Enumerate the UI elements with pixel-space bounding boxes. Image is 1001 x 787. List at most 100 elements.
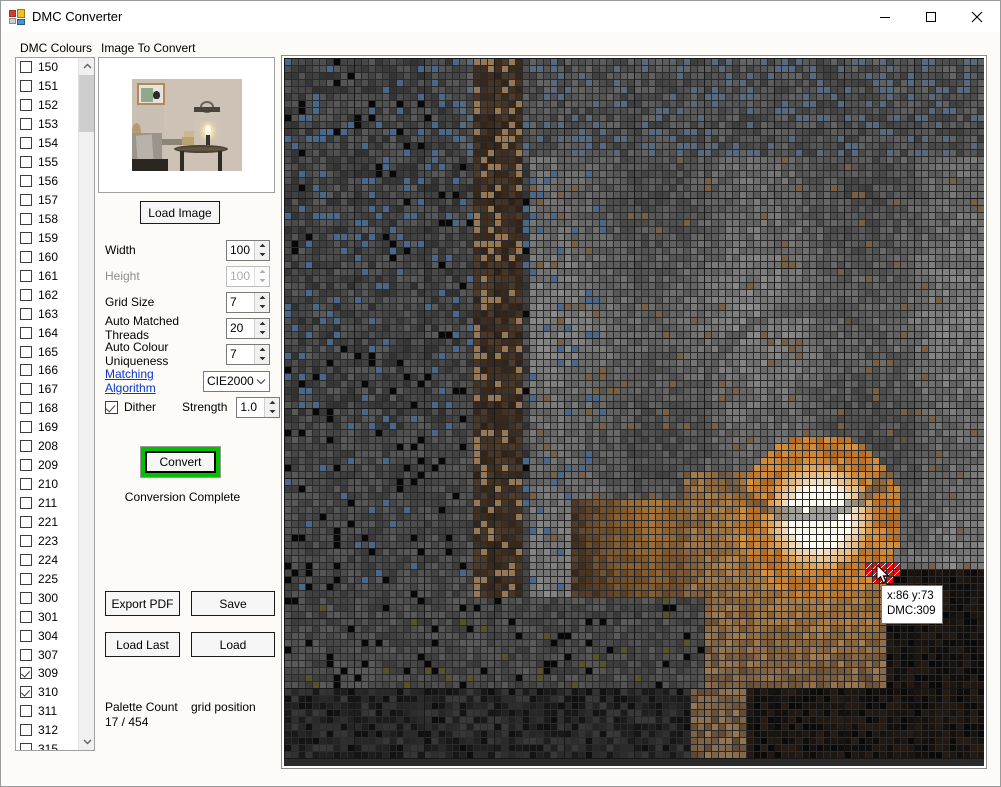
dmc-list-item[interactable]: 166 [16,361,79,380]
load-button[interactable]: Load [191,632,275,657]
pattern-canvas[interactable] [284,58,984,766]
dmc-list-item[interactable]: 208 [16,437,79,456]
dmc-list-item[interactable]: 304 [16,626,79,645]
dmc-checkbox[interactable] [20,194,32,207]
dmc-checkbox[interactable] [20,345,32,358]
dmc-checkbox[interactable] [20,307,32,320]
dmc-list-item[interactable]: 160 [16,247,79,266]
width-value[interactable]: 100 [227,241,254,260]
dmc-checkbox[interactable] [20,553,32,566]
grid-size-value[interactable]: 7 [227,293,254,312]
dmc-checkbox[interactable] [20,175,32,188]
pattern-grid[interactable] [284,58,984,766]
chevron-down-icon[interactable] [254,378,269,385]
dmc-checkbox[interactable] [20,80,32,93]
dmc-checkbox[interactable] [20,572,32,585]
dmc-checkbox[interactable] [20,364,32,377]
dmc-list-item[interactable]: 224 [16,550,79,569]
dmc-list-item[interactable]: 169 [16,418,79,437]
dmc-list-item[interactable]: 163 [16,304,79,323]
stepper-up-icon[interactable] [255,319,269,329]
stepper-down-icon[interactable] [255,302,269,312]
dmc-list-item[interactable]: 307 [16,645,79,664]
minimize-button[interactable] [862,1,908,32]
auto-colour-uniqueness-value[interactable]: 7 [227,345,254,364]
dmc-list-item[interactable]: 150 [16,58,79,77]
stepper-up-icon[interactable] [255,241,269,251]
dmc-list-item[interactable]: 167 [16,380,79,399]
auto-matched-threads-stepper-buttons[interactable] [254,318,269,338]
dmc-checkbox[interactable] [20,61,32,74]
grid-size-stepper-buttons[interactable] [254,292,269,312]
dmc-checkbox[interactable] [20,156,32,169]
dmc-list-item[interactable]: 161 [16,266,79,285]
dmc-list-item[interactable]: 315 [16,740,79,750]
dmc-list-item[interactable]: 165 [16,342,79,361]
close-button[interactable] [954,1,1000,32]
stepper-down-icon[interactable] [265,407,279,417]
matching-algorithm-select[interactable]: CIE2000 [203,370,270,392]
dmc-checkbox[interactable] [20,648,32,661]
dmc-list-item[interactable]: 301 [16,607,79,626]
scrollbar-thumb[interactable] [79,75,94,132]
auto-matched-threads-stepper[interactable]: 20 [226,317,270,339]
width-stepper-buttons[interactable] [254,240,269,260]
dmc-list-item[interactable]: 157 [16,191,79,210]
dmc-list-item[interactable]: 310 [16,683,79,702]
dmc-list-item[interactable]: 312 [16,721,79,740]
dmc-checkbox[interactable] [20,288,32,301]
dmc-list-item[interactable]: 210 [16,475,79,494]
dmc-list-item[interactable]: 162 [16,285,79,304]
auto-matched-threads-value[interactable]: 20 [227,319,254,338]
dmc-checkbox[interactable] [20,478,32,491]
dmc-list-item[interactable]: 159 [16,228,79,247]
stepper-up-icon[interactable] [255,345,269,355]
dmc-list-item[interactable]: 300 [16,588,79,607]
stepper-up-icon[interactable] [265,398,279,408]
convert-button[interactable]: Convert [145,451,216,473]
dmc-checkbox[interactable] [20,231,32,244]
strength-stepper[interactable]: 1.0 [236,396,281,418]
dmc-checkbox[interactable] [20,326,32,339]
export-pdf-button[interactable]: Export PDF [105,591,180,616]
dmc-list-item[interactable]: 221 [16,513,79,532]
strength-stepper-buttons[interactable] [264,397,280,417]
dmc-checkbox[interactable] [20,402,32,415]
dmc-checkbox[interactable] [20,497,32,510]
dmc-checkbox[interactable] [20,212,32,225]
dmc-list-item[interactable]: 211 [16,494,79,513]
dmc-list-scrollbar[interactable] [78,58,94,750]
stepper-up-icon[interactable] [255,293,269,303]
auto-colour-uniqueness-stepper-buttons[interactable] [254,344,269,364]
dmc-checkbox[interactable] [20,686,32,699]
dmc-checkbox[interactable] [20,534,32,547]
dmc-list-item[interactable]: 154 [16,134,79,153]
dither-checkbox[interactable] [105,400,118,414]
dmc-checkbox[interactable] [20,99,32,112]
stepper-down-icon[interactable] [255,250,269,260]
dmc-list-item[interactable]: 152 [16,96,79,115]
dmc-list-item[interactable]: 309 [16,664,79,683]
dmc-list-item[interactable]: 223 [16,531,79,550]
dmc-list-item[interactable]: 155 [16,153,79,172]
dmc-checkbox[interactable] [20,383,32,396]
grid-size-stepper[interactable]: 7 [226,291,270,313]
maximize-button[interactable] [908,1,954,32]
dmc-checkbox[interactable] [20,515,32,528]
dmc-list-item[interactable]: 153 [16,115,79,134]
dmc-checkbox[interactable] [20,440,32,453]
dmc-checkbox[interactable] [20,667,32,680]
dmc-checkbox[interactable] [20,629,32,642]
dmc-list-item[interactable]: 158 [16,210,79,229]
dmc-checkbox[interactable] [20,610,32,623]
dmc-list-item[interactable]: 311 [16,702,79,721]
stepper-down-icon[interactable] [255,328,269,338]
dmc-list-item[interactable]: 168 [16,399,79,418]
dmc-checkbox[interactable] [20,591,32,604]
scroll-down-arrow-icon[interactable] [79,733,94,750]
save-button[interactable]: Save [191,591,275,616]
strength-value[interactable]: 1.0 [237,398,264,417]
dmc-checkbox[interactable] [20,705,32,718]
auto-colour-uniqueness-stepper[interactable]: 7 [226,343,270,365]
dmc-checkbox[interactable] [20,743,32,750]
